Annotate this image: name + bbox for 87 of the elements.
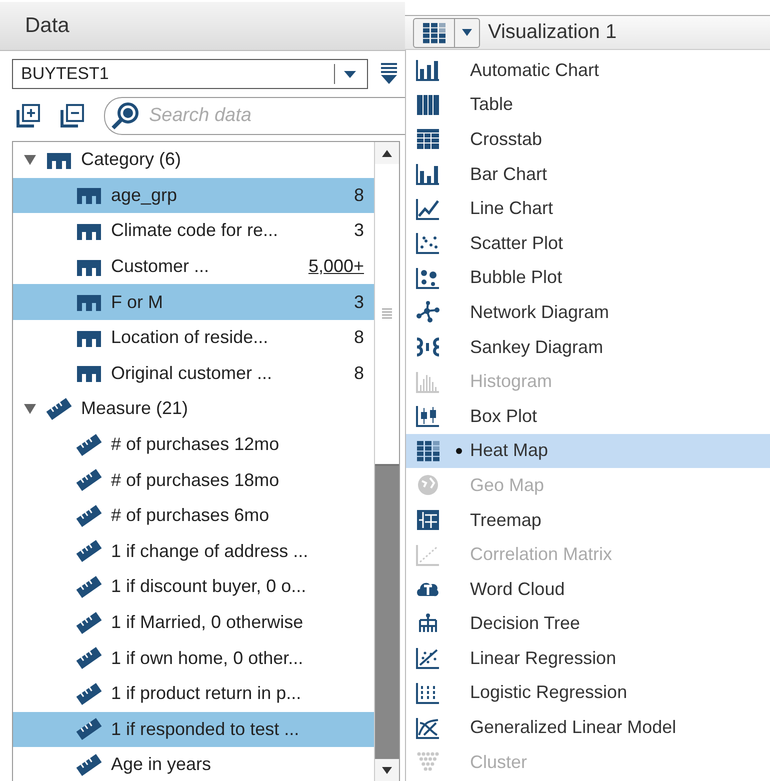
bullet-icon	[456, 448, 462, 454]
expand-all-icon[interactable]	[16, 104, 42, 128]
tree-item[interactable]: 1 if product return in p...	[13, 676, 374, 712]
menu-item[interactable]: Box Plot	[406, 398, 770, 434]
item-count: 8	[354, 362, 364, 384]
scroll-up-icon[interactable]	[382, 150, 392, 156]
curves-icon	[416, 716, 440, 739]
menu-item[interactable]: Bar Chart	[406, 156, 770, 192]
grid-icon	[416, 128, 440, 150]
visualization-title: Visualization 1	[488, 21, 617, 44]
treemap-icon	[416, 509, 440, 532]
globe-icon	[416, 474, 440, 496]
tree-item[interactable]: 1 if change of address ...	[13, 534, 374, 570]
tree-item[interactable]: age_grp 8	[13, 178, 374, 214]
tree-item[interactable]: # of purchases 18mo	[13, 462, 374, 498]
table-icon	[416, 94, 440, 116]
item-count: 8	[354, 184, 364, 206]
tree-item[interactable]: 1 if discount buyer, 0 o...	[13, 569, 374, 605]
menu-item[interactable]: Crosstab	[406, 122, 770, 157]
column-icon	[45, 150, 73, 169]
chart-type-button[interactable]	[413, 18, 480, 48]
tree-group[interactable]: Category (6)	[13, 142, 374, 178]
column-icon	[75, 258, 103, 276]
item-count: 3	[354, 292, 364, 313]
box-plot-icon	[416, 405, 440, 428]
grip-icon	[382, 308, 392, 320]
menu-item[interactable]: Word Cloud	[406, 572, 770, 606]
scroll-down-icon[interactable]	[382, 766, 392, 774]
search-field[interactable]: Search data	[104, 97, 405, 135]
tree-item[interactable]: # of purchases 12mo	[13, 426, 374, 462]
collapse-triangle-icon[interactable]	[23, 402, 37, 415]
menu-item[interactable]: Logistic Regression	[406, 676, 770, 710]
tree-group[interactable]: Measure (21)	[13, 391, 374, 427]
item-count: 8	[354, 327, 364, 348]
menu-item[interactable]: Generalized Linear Model	[406, 710, 770, 745]
tree-item[interactable]: Location of reside... 8	[13, 320, 374, 356]
menu-item[interactable]: Automatic Chart	[406, 53, 770, 88]
diagonal-dots-icon	[416, 544, 440, 566]
filter-menu-icon[interactable]	[380, 62, 398, 86]
data-source-dropdown[interactable]: BUYTEST1	[12, 59, 368, 89]
regression-icon	[416, 647, 440, 670]
caret-icon	[462, 29, 472, 36]
tree-item[interactable]: 1 if own home, 0 other...	[13, 640, 374, 676]
menu-item[interactable]: Treemap	[406, 502, 770, 538]
menu-item[interactable]: Sankey Diagram	[406, 330, 770, 364]
tree-item[interactable]: Customer ... 5,000+	[13, 248, 374, 284]
collapse-triangle-icon[interactable]	[23, 154, 37, 166]
network-icon	[416, 301, 440, 324]
menu-item[interactable]: Scatter Plot	[406, 226, 770, 261]
search-icon	[110, 101, 140, 131]
tree-item[interactable]: 1 if Married, 0 otherwise	[13, 604, 374, 640]
heat-map-icon	[422, 22, 446, 44]
tree-item[interactable]: Age in years	[13, 747, 374, 781]
menu-item[interactable]: Table	[406, 88, 770, 122]
chart-icon	[416, 59, 440, 82]
heat-map-icon	[416, 440, 440, 462]
menu-item[interactable]: Heat Map	[406, 434, 770, 468]
count-link[interactable]: 5,000+	[308, 256, 364, 278]
sankey-icon	[416, 336, 440, 358]
line-chart-icon	[416, 198, 440, 220]
histogram-icon	[416, 370, 440, 393]
menu-item[interactable]: Bubble Plot	[406, 260, 770, 296]
bar-chart-icon	[416, 163, 440, 186]
tree-item[interactable]: # of purchases 6mo	[13, 498, 374, 534]
tree-item[interactable]: F or M 3	[13, 284, 374, 320]
dot-columns-icon	[416, 682, 440, 704]
menu-item[interactable]: Decision Tree	[406, 606, 770, 642]
item-count: 3	[354, 220, 364, 242]
scrollbar[interactable]	[374, 142, 399, 781]
menu-item[interactable]: Line Chart	[406, 191, 770, 226]
tree-item[interactable]: Climate code for re... 3	[13, 213, 374, 249]
collapse-all-icon[interactable]	[60, 104, 86, 128]
column-icon	[75, 222, 103, 240]
column-icon	[75, 186, 103, 204]
menu-item[interactable]: Network Diagram	[406, 295, 770, 330]
cluster-icon	[416, 751, 440, 774]
column-icon	[75, 328, 103, 347]
column-icon	[75, 293, 103, 312]
panel-title: Data	[25, 14, 70, 38]
tree-item[interactable]: Original customer ... 8	[13, 356, 374, 392]
scatter-plot-icon	[416, 232, 440, 254]
menu-item[interactable]: Linear Regression	[406, 641, 770, 676]
tree-item[interactable]: 1 if responded to test ...	[13, 712, 374, 748]
column-icon	[75, 364, 103, 382]
tree-diagram-icon	[416, 612, 440, 635]
caret-icon	[343, 69, 357, 79]
bubble-plot-icon	[416, 266, 440, 289]
